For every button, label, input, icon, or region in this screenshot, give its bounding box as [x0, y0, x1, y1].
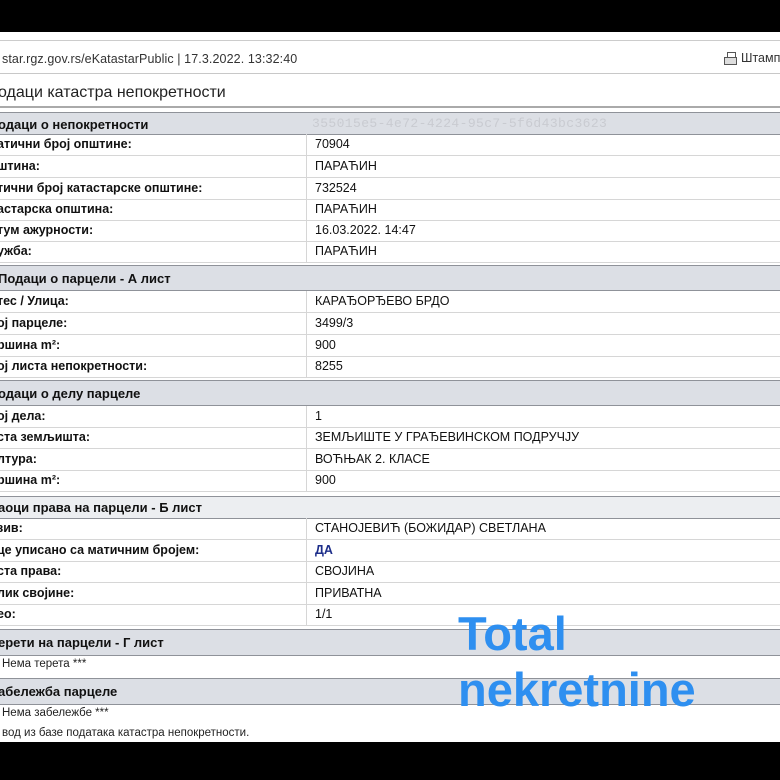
row-value: 1/1: [306, 604, 332, 625]
url-text[interactable]: star.rgz.gov.rs/eKatastarPublic | 17.3.2…: [2, 52, 297, 66]
row-label: лтура:: [0, 452, 37, 466]
section-title: аоци права на парцели - Б лист: [0, 500, 202, 515]
row-value: 1: [306, 406, 322, 427]
print-button[interactable]: Штамп: [724, 51, 780, 65]
table-row: ужба: ПАРАЋИН: [0, 241, 780, 263]
table-row: ој дела: 1: [0, 406, 780, 428]
page-title: одаци катастра непокретности: [0, 84, 226, 101]
notes-note: Нема забележбе ***: [2, 707, 109, 719]
row-value: ПРИВАТНА: [306, 583, 382, 604]
table-row: ој парцеле: 3499/3: [0, 313, 780, 335]
row-label: штина:: [0, 159, 40, 173]
table-row: ршина m²: 900: [0, 470, 780, 492]
row-value: 732524: [306, 178, 357, 199]
row-label: ршина m²:: [0, 338, 61, 352]
table-row: це уписано са матичним бројем: ДА: [0, 540, 780, 562]
row-value: ПАРАЋИН: [306, 156, 377, 177]
row-value: 3499/3: [306, 313, 353, 334]
table-row: ста земљишта: ЗЕМЉИШТЕ У ГРАЂЕВИНСКОМ ПОД…: [0, 427, 780, 449]
row-label: астарска општина:: [0, 202, 114, 216]
section-header-property: одаци о непокретности 355015e5-4e72-4224…: [0, 112, 780, 135]
watermark-line: nekretnine: [458, 663, 696, 716]
divider: [0, 106, 780, 108]
row-value: КАРАЂОРЂЕВО БРДО: [306, 291, 450, 312]
section-title: абележба парцеле: [0, 684, 118, 699]
row-label: тум ажурности:: [0, 223, 94, 237]
row-value: СТАНОЈЕВИЋ (БОЖИДАР) СВЕТЛАНА: [306, 518, 546, 539]
print-label: Штамп: [741, 51, 780, 65]
table-row: тични број катастарске општине: 732524: [0, 178, 780, 200]
row-value: 16.03.2022. 14:47: [306, 220, 416, 241]
watermark-line: Total: [458, 607, 567, 660]
row-label: ста земљишта:: [0, 430, 91, 444]
section-header-rights: аоци права на парцели - Б лист: [0, 496, 780, 519]
row-value: 70904: [306, 134, 350, 155]
table-row: атични број општине: 70904: [0, 134, 780, 156]
row-label: атични број општине:: [0, 137, 132, 151]
section-header-parcel: Подаци о парцели - А лист: [0, 265, 780, 291]
row-label: ој дела:: [0, 409, 46, 423]
table-row: ста права: СВОЈИНА: [0, 561, 780, 583]
table-row: лтура: ВОЋЊАК 2. КЛАСЕ: [0, 449, 780, 471]
row-value: 900: [306, 335, 336, 356]
row-label: ршина m²:: [0, 473, 61, 487]
row-value: СВОЈИНА: [306, 561, 374, 582]
section-title: Подаци о парцели - А лист: [0, 271, 171, 286]
row-value: ВОЋЊАК 2. КЛАСЕ: [306, 449, 430, 470]
printer-icon: [724, 51, 737, 65]
row-label: тични број катастарске општине:: [0, 181, 203, 195]
table-row: зив: СТАНОЈЕВИЋ (БОЖИДАР) СВЕТЛАНА: [0, 518, 780, 540]
table-row: ршина m²: 900: [0, 335, 780, 357]
table-row: ој листа непокретности: 8255: [0, 356, 780, 378]
row-label: лик својине:: [0, 586, 75, 600]
row-value: ДА: [306, 540, 333, 561]
divider: [0, 73, 780, 74]
row-label: ој парцеле:: [0, 316, 68, 330]
property-uuid: 355015e5-4e72-4224-95c7-5f6d43bc3623: [312, 116, 608, 131]
table-row: штина: ПАРАЋИН: [0, 156, 780, 178]
browser-top-strip: [0, 32, 780, 41]
section-title: ерети на парцели - Г лист: [0, 635, 164, 650]
table-row: тес / Улица: КАРАЂОРЂЕВО БРДО: [0, 291, 780, 313]
burdens-note: Нема терета ***: [2, 658, 87, 670]
footer-note: вод из базе података катастра непокретно…: [2, 727, 250, 739]
row-value: ПАРАЋИН: [306, 199, 377, 220]
row-label: ео:: [0, 607, 16, 621]
row-label: ој листа непокретности:: [0, 359, 148, 373]
row-label: це уписано са матичним бројем:: [0, 543, 200, 557]
row-value: 8255: [306, 356, 343, 377]
row-value: ПАРАЋИН: [306, 241, 377, 262]
section-header-part: одаци о делу парцеле: [0, 380, 780, 406]
table-row: лик својине: ПРИВАТНА: [0, 583, 780, 605]
section-title: одаци о непокретности: [0, 117, 149, 132]
row-value: ЗЕМЉИШТЕ У ГРАЂЕВИНСКОМ ПОДРУЧЈУ: [306, 427, 579, 448]
row-value: 900: [306, 470, 336, 491]
row-label: тес / Улица:: [0, 294, 69, 308]
table-row: астарска општина: ПАРАЋИН: [0, 199, 780, 221]
row-label: зив:: [0, 521, 23, 535]
section-title: одаци о делу парцеле: [0, 386, 141, 401]
row-label: ужба:: [0, 244, 32, 258]
table-row: тум ажурности: 16.03.2022. 14:47: [0, 220, 780, 242]
row-label: ста права:: [0, 564, 62, 578]
watermark-text: Total nekretnine: [458, 606, 696, 718]
url-bar: star.rgz.gov.rs/eKatastarPublic | 17.3.2…: [0, 48, 780, 70]
